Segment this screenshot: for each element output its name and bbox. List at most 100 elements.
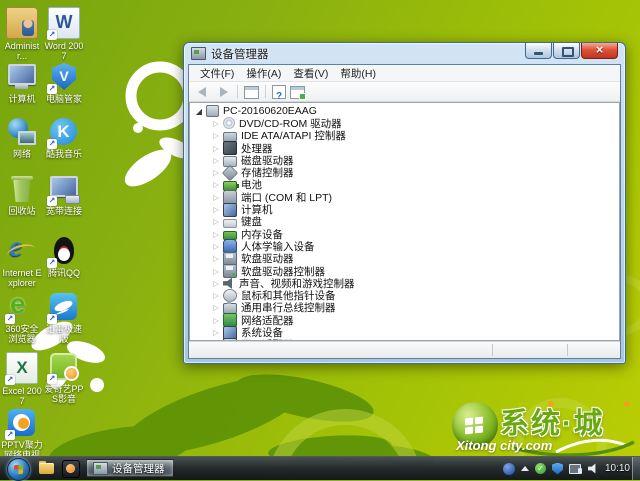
computer-icon: [7, 62, 37, 92]
desktop-icon-label: 电脑管家: [43, 94, 85, 104]
menu-item[interactable]: 查看(V): [287, 66, 334, 81]
computer-icon: [223, 203, 237, 217]
shortcut-arrow-icon: [47, 139, 57, 149]
shortcut-arrow-icon: [47, 374, 57, 384]
desktop-icon[interactable]: 计算机: [1, 62, 43, 104]
desktop-icon[interactable]: Administr...: [1, 7, 43, 61]
expand-expander-icon[interactable]: ▷: [211, 230, 221, 239]
task-button-device-manager[interactable]: 设备管理器: [86, 459, 174, 477]
help-icon[interactable]: [272, 85, 286, 99]
expand-expander-icon[interactable]: ▷: [211, 242, 221, 251]
expand-expander-icon[interactable]: ▷: [211, 193, 221, 202]
desktop-icon[interactable]: PPTV聚力网络电视: [1, 408, 43, 460]
desktop-icon-label: 360安全浏览器: [1, 324, 43, 344]
back-icon[interactable]: [195, 84, 211, 99]
desktop-icon[interactable]: 宽带连接: [43, 174, 85, 216]
expand-expander-icon[interactable]: ▷: [211, 119, 221, 128]
desktop-icon[interactable]: 迅雷极速版: [43, 292, 85, 344]
security-ball-icon[interactable]: [535, 463, 546, 474]
close-button[interactable]: [581, 43, 618, 59]
computer-root-icon: [206, 105, 219, 117]
desktop-icon[interactable]: Word 2007: [43, 7, 85, 61]
expand-expander-icon[interactable]: ▷: [211, 168, 221, 177]
system-tray: [503, 457, 600, 480]
network-status-icon[interactable]: [569, 463, 582, 474]
brand-subtitle: Xitong city.com: [456, 438, 552, 453]
shortcut-arrow-icon: [47, 258, 57, 268]
device-manager-icon: [191, 47, 206, 60]
shortcut-arrow-icon: [47, 30, 57, 40]
desktop-icon[interactable]: Excel 2007: [1, 352, 43, 406]
desktop-icon[interactable]: 回收站: [1, 174, 43, 216]
desktop-icon[interactable]: 腾讯QQ: [43, 236, 85, 278]
collapse-expander-icon[interactable]: ◢: [194, 107, 204, 116]
action-pane-icon[interactable]: [290, 86, 305, 99]
expand-expander-icon[interactable]: ▷: [211, 279, 221, 288]
maximize-button[interactable]: [553, 43, 580, 59]
desktop-icon[interactable]: 酷我音乐: [43, 117, 85, 159]
menu-item[interactable]: 操作(A): [240, 66, 287, 81]
pc-manager-icon: [49, 62, 79, 92]
floppy-controller-icon: [223, 264, 237, 278]
desktop-icon[interactable]: 360安全浏览器: [1, 292, 43, 344]
processor-icon: [223, 141, 237, 155]
shortcut-arrow-icon: [5, 314, 15, 324]
expand-expander-icon[interactable]: ▷: [211, 205, 221, 214]
keyboard-icon: [223, 219, 237, 228]
expand-expander-icon[interactable]: ▷: [211, 328, 221, 337]
desktop-icon-label: Excel 2007: [1, 386, 43, 406]
menu-item[interactable]: 帮助(H): [334, 66, 382, 81]
brand-accent-dot: [624, 401, 630, 407]
toolbar-separator: [265, 85, 266, 98]
forward-icon[interactable]: [215, 84, 231, 99]
kuwo-music-icon: [49, 117, 79, 147]
expand-expander-icon[interactable]: ▷: [211, 144, 221, 153]
hidden-icons-arrow-icon[interactable]: [521, 466, 529, 471]
desktop-icon[interactable]: 电脑管家: [43, 62, 85, 104]
desktop-icon-label: 酷我音乐: [43, 149, 85, 159]
user-folder-icon: [6, 7, 38, 39]
start-button[interactable]: [7, 458, 30, 481]
expand-expander-icon[interactable]: ▷: [211, 217, 221, 226]
window-title: 设备管理器: [211, 46, 269, 62]
minimize-button[interactable]: [525, 43, 552, 59]
expand-expander-icon[interactable]: ▷: [211, 254, 221, 263]
desktop-icon[interactable]: 爱奇艺PPS影音: [43, 352, 85, 404]
expand-expander-icon[interactable]: ▷: [211, 156, 221, 165]
network-icon: [7, 117, 37, 147]
expand-expander-icon[interactable]: ▷: [211, 131, 221, 140]
menu-item[interactable]: 文件(F): [194, 66, 240, 81]
excel-icon: [6, 352, 38, 384]
window-titlebar[interactable]: 设备管理器: [184, 43, 625, 64]
desktop-icon-label: 宽带连接: [43, 206, 85, 216]
desktop-icon[interactable]: 网络: [1, 117, 43, 159]
task-button-label: 设备管理器: [112, 461, 165, 476]
shortcut-arrow-icon: [47, 84, 57, 94]
word-icon: [48, 7, 80, 39]
device-manager-window: 设备管理器 文件(F)操作(A)查看(V)帮助(H) ◢ PC-20160620…: [183, 42, 626, 364]
expand-expander-icon[interactable]: ▷: [211, 267, 221, 276]
expand-expander-icon[interactable]: ▷: [211, 180, 221, 189]
explorer-icon[interactable]: [38, 460, 56, 477]
wallpaper-brand-logo: 系统·城 Xitong city.com: [452, 400, 638, 458]
sound-icon: [223, 277, 235, 289]
desktop-icon[interactable]: Internet Explorer: [1, 236, 43, 288]
expand-expander-icon[interactable]: ▷: [211, 316, 221, 325]
recycle-bin-icon: [7, 174, 37, 204]
tray-app-icon[interactable]: [503, 463, 515, 475]
shortcut-arrow-icon: [47, 196, 57, 206]
console-window-icon[interactable]: [244, 86, 259, 99]
desktop-icon-label: 迅雷极速版: [43, 324, 85, 344]
pc-manager-shield-icon[interactable]: [552, 463, 563, 475]
volume-icon[interactable]: [588, 463, 600, 475]
desktop-icon-label: 腾讯QQ: [43, 268, 85, 278]
broadband-icon: [49, 174, 79, 204]
clock[interactable]: 10:10: [605, 457, 630, 480]
media-player-icon[interactable]: [62, 460, 80, 477]
menu-bar: 文件(F)操作(A)查看(V)帮助(H): [189, 65, 620, 82]
show-desktop-button[interactable]: [632, 457, 640, 480]
expand-expander-icon[interactable]: ▷: [211, 291, 221, 300]
desktop-icon-label: 计算机: [1, 94, 43, 104]
thunder-icon: [49, 292, 79, 322]
expand-expander-icon[interactable]: ▷: [211, 303, 221, 312]
